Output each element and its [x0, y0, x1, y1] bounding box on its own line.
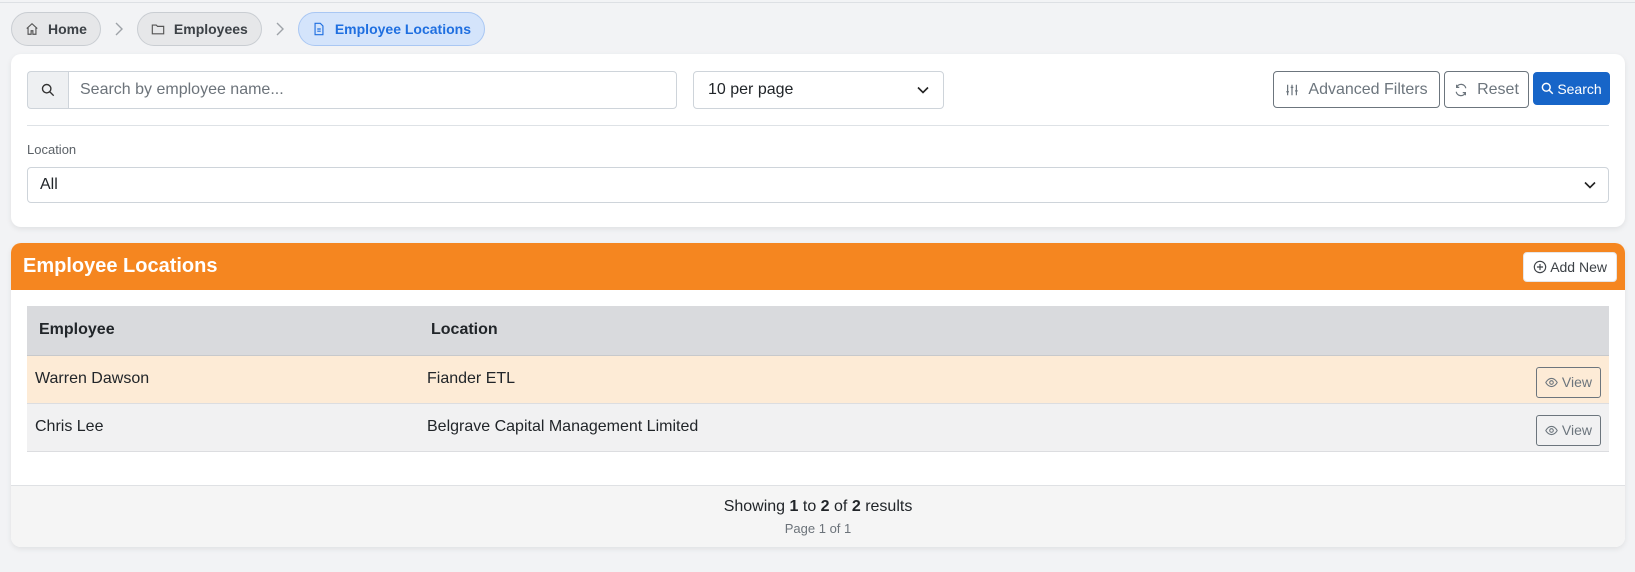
location-label: Location [27, 142, 77, 157]
results-to: 2 [820, 498, 830, 515]
to-word: to [802, 498, 817, 515]
of-word: of [834, 498, 848, 515]
eye-icon [1545, 424, 1558, 437]
folder-icon [151, 22, 165, 36]
location-value: All [40, 176, 58, 193]
cell-employee: Chris Lee [27, 403, 419, 452]
reset-label: Reset [1477, 80, 1519, 98]
per-page-select[interactable]: 10 per page [693, 71, 944, 109]
breadcrumb-employees[interactable]: Employees [136, 12, 262, 46]
table-row[interactable]: Warren Dawson Fiander ETL View [27, 355, 1609, 404]
card-header: Employee Locations Add New [11, 243, 1625, 290]
results-total: 2 [851, 498, 861, 515]
sliders-icon [1285, 83, 1299, 97]
breadcrumb-current-label: Employee Locations [334, 21, 471, 37]
search-label: Search [1557, 80, 1602, 97]
chevron-right-icon [262, 22, 298, 36]
search-icon [1541, 82, 1554, 95]
view-button[interactable]: View [1535, 414, 1601, 446]
cell-location: Belgrave Capital Management Limited [419, 403, 1319, 452]
employee-locations-card: Employee Locations Add New Employee Loca… [11, 243, 1625, 547]
chevron-right-icon [101, 22, 137, 36]
document-icon [312, 22, 326, 36]
view-label: View [1561, 374, 1592, 390]
search-input[interactable] [68, 71, 677, 109]
eye-icon [1545, 376, 1558, 389]
cell-location: Fiander ETL [419, 355, 1319, 404]
column-header-employee[interactable]: Employee [27, 306, 419, 356]
advanced-filters-button[interactable]: Advanced Filters [1273, 71, 1440, 108]
breadcrumb: Home Employees Employee Locations [11, 12, 485, 46]
refresh-icon [1454, 83, 1468, 97]
column-header-actions [1319, 306, 1609, 356]
view-button[interactable]: View [1535, 366, 1601, 398]
location-select[interactable]: All [27, 167, 1609, 203]
breadcrumb-home[interactable]: Home [11, 12, 101, 46]
employee-locations-table: Employee Location Warren Dawson Fiander … [27, 306, 1609, 452]
cell-actions: View [1319, 403, 1609, 452]
page-info: Page 1 of 1 [784, 521, 852, 536]
results-word: results [865, 498, 913, 515]
top-border [0, 2, 1635, 3]
pagination-footer: Showing 1 to 2 of 2 results Page 1 of 1 [11, 485, 1625, 547]
results-summary: Showing 1 to 2 of 2 results [11, 498, 1625, 516]
breadcrumb-home-label: Home [48, 21, 87, 37]
table-header-row: Employee Location [27, 306, 1609, 356]
advanced-filters-label: Advanced Filters [1308, 80, 1428, 98]
breadcrumb-employees-label: Employees [173, 21, 248, 37]
chevron-down-icon [1584, 176, 1596, 194]
showing-prefix: Showing [723, 498, 786, 515]
filter-panel: 10 per page Advanced Filters Reset Searc… [11, 54, 1625, 227]
filter-divider [27, 125, 1609, 126]
card-title: Employee Locations [23, 255, 218, 277]
table-row[interactable]: Chris Lee Belgrave Capital Management Li… [27, 403, 1609, 452]
plus-circle-icon [1533, 260, 1547, 274]
search-icon [27, 71, 68, 109]
per-page-value: 10 per page [708, 81, 794, 98]
breadcrumb-employee-locations[interactable]: Employee Locations [297, 12, 485, 46]
search-group [27, 71, 677, 109]
add-new-button[interactable]: Add New [1523, 251, 1617, 282]
column-header-location[interactable]: Location [419, 306, 1319, 356]
results-from: 1 [789, 498, 799, 515]
view-label: View [1561, 422, 1592, 438]
cell-employee: Warren Dawson [27, 355, 419, 404]
reset-button[interactable]: Reset [1444, 71, 1529, 108]
add-new-label: Add New [1550, 258, 1607, 275]
cell-actions: View [1319, 355, 1609, 404]
home-icon [25, 22, 39, 36]
search-button[interactable]: Search [1533, 72, 1610, 105]
chevron-down-icon [917, 81, 929, 99]
